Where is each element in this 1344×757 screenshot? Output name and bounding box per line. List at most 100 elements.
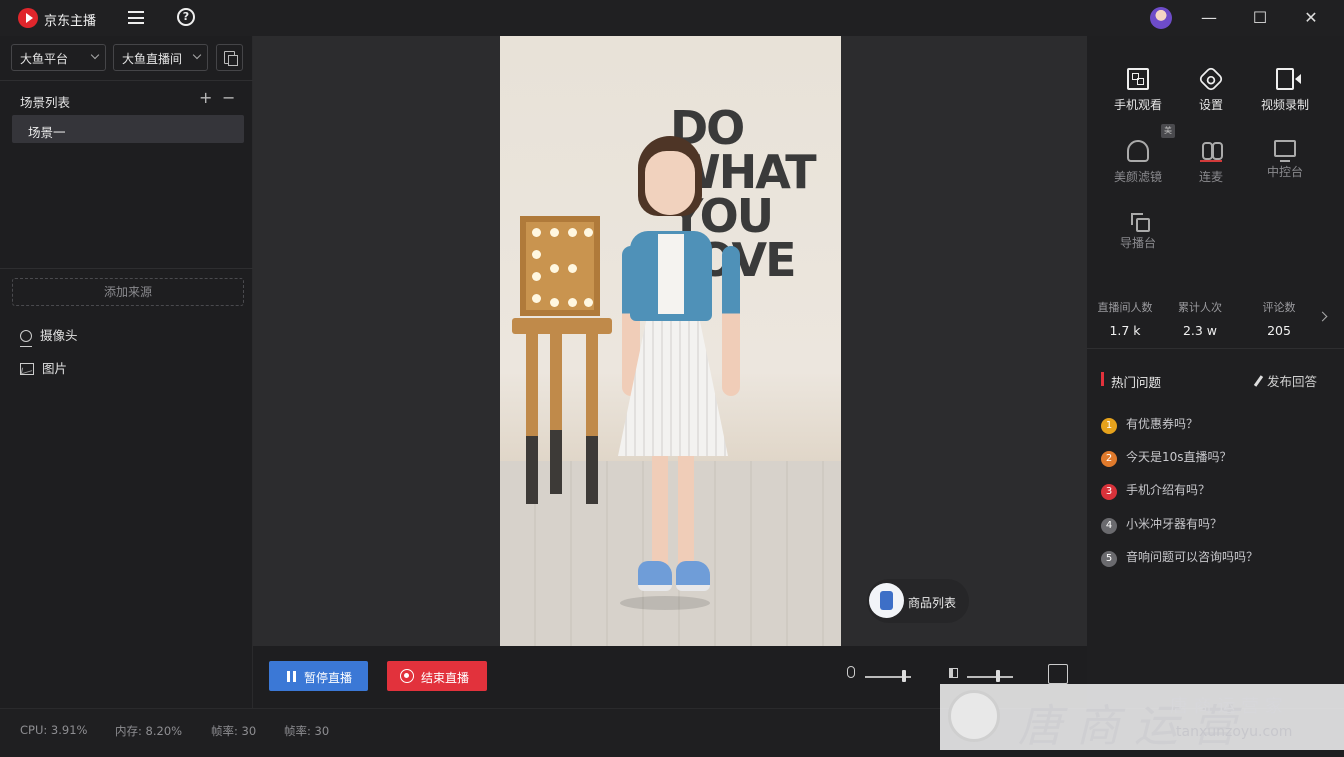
room-select-value: 大鱼直播间 xyxy=(122,52,183,66)
watermark-subtext: 唐 商 运 营 家 xyxy=(1170,696,1283,717)
avatar[interactable] xyxy=(1150,7,1172,29)
tool-co-host[interactable]: 连麦 xyxy=(1176,140,1246,185)
stool-leg xyxy=(586,334,598,504)
frame-rate: 帧率: 30 xyxy=(284,724,330,738)
question-text: 音响问题可以咨询吗吗？ xyxy=(1126,550,1259,564)
stool xyxy=(512,318,612,334)
avatar-arm xyxy=(722,246,740,396)
cpu-usage: CPU: 3.91% xyxy=(20,723,88,737)
close-icon[interactable]: ✕ xyxy=(1299,6,1323,30)
pause-stream-button[interactable]: 暂停直播 xyxy=(269,661,368,691)
video-record-icon xyxy=(1276,68,1301,90)
tool-label: 设置 xyxy=(1198,98,1223,112)
pencil-icon xyxy=(1253,375,1264,387)
stool-leg xyxy=(550,334,562,494)
question-text: 小米冲牙器有吗？ xyxy=(1126,517,1223,531)
tool-director[interactable]: 导播台 xyxy=(1103,213,1173,251)
avatar-shoe xyxy=(676,561,710,591)
divider xyxy=(1087,348,1344,349)
help-icon[interactable]: ? xyxy=(177,8,195,26)
avatar-shoe xyxy=(638,561,672,591)
tool-label: 连麦 xyxy=(1198,170,1223,184)
avatar-shadow xyxy=(620,596,710,610)
remove-scene-button[interactable]: − xyxy=(222,88,235,107)
goods-list-label: 商品列表 xyxy=(908,596,957,610)
avatar-shirt xyxy=(658,234,684,314)
question-rank-badge: 3 xyxy=(1101,484,1117,500)
end-stream-button[interactable]: 结束直播 xyxy=(387,661,487,691)
stool-leg xyxy=(526,334,538,504)
copy-scene-icon[interactable] xyxy=(216,44,243,71)
stat-value: 1.7 k xyxy=(1109,323,1141,338)
left-panel: 大鱼平台 大鱼直播间 场景列表 + − 场景一 添加来源 摄像头 图片 xyxy=(0,36,253,708)
menu-icon[interactable] xyxy=(128,11,144,24)
stat-comments: 评论数 205 xyxy=(1244,299,1314,338)
minimize-icon[interactable]: — xyxy=(1197,6,1221,30)
avatar-face xyxy=(645,151,695,215)
speaker-icon[interactable] xyxy=(949,668,958,678)
speaker-volume-slider[interactable] xyxy=(967,676,1013,678)
stat-viewers: 直播间人数 1.7 k xyxy=(1090,299,1160,338)
mic-volume-handle[interactable] xyxy=(902,670,907,682)
stat-value: 205 xyxy=(1267,323,1291,338)
platform-select[interactable]: 大鱼平台 xyxy=(11,44,106,71)
microphone-icon[interactable] xyxy=(847,666,855,678)
marquee-letter-decoration xyxy=(520,216,600,316)
tool-beauty-filter[interactable]: 美颜滤镜 xyxy=(1103,140,1173,185)
source-item-image[interactable]: 图片 xyxy=(20,358,67,377)
wall-text-line: DO xyxy=(670,101,745,155)
watermark: 唐商运营 唐 商 运 营 家 tanxunzoyu.com xyxy=(940,684,1344,752)
platform-select-value: 大鱼平台 xyxy=(20,52,69,66)
post-answer-label: 发布回答 xyxy=(1267,374,1318,389)
audio-mixer-icon[interactable] xyxy=(1048,664,1068,684)
question-text: 有优惠券吗？ xyxy=(1126,417,1199,431)
tool-control-console[interactable]: 中控台 xyxy=(1250,140,1320,180)
record-icon xyxy=(400,669,414,683)
watermark-url: tanxunzoyu.com xyxy=(1176,724,1293,740)
tool-video-record[interactable]: 视频录制 xyxy=(1250,68,1320,113)
tool-settings[interactable]: 设置 xyxy=(1176,65,1246,113)
source-item-camera[interactable]: 摄像头 xyxy=(20,325,78,347)
question-rank-badge: 5 xyxy=(1101,551,1117,567)
tool-phone-view[interactable]: 手机观看 xyxy=(1103,68,1173,113)
question-item[interactable]: 2 今天是10s直播吗？ xyxy=(1101,448,1232,467)
pause-icon xyxy=(293,671,296,682)
end-label: 结束直播 xyxy=(421,671,470,685)
add-scene-button[interactable]: + xyxy=(199,88,212,107)
speaker-volume-handle[interactable] xyxy=(996,670,1001,682)
right-panel: 手机观看 设置 视频录制 美 美颜滤镜 连麦 中控台 导播台 直播间人数 1.7… xyxy=(1087,36,1344,708)
stat-value: 2.3 w xyxy=(1182,323,1218,338)
tool-label: 美颜滤镜 xyxy=(1113,170,1162,184)
question-item[interactable]: 3 手机介绍有吗？ xyxy=(1101,481,1210,500)
divider xyxy=(0,80,253,81)
stat-label: 直播间人数 xyxy=(1097,301,1153,314)
maximize-icon[interactable]: ☐ xyxy=(1248,6,1272,30)
watermark-logo-icon xyxy=(948,690,1000,742)
post-answer-button[interactable]: 发布回答 xyxy=(1253,371,1318,390)
room-select[interactable]: 大鱼直播间 xyxy=(113,44,208,71)
scene-item[interactable]: 场景一 xyxy=(12,115,244,143)
question-rank-badge: 2 xyxy=(1101,451,1117,467)
question-item[interactable]: 1 有优惠券吗？ xyxy=(1101,415,1198,434)
live-preview-canvas: DO WHAT YOU LOVE xyxy=(500,36,841,646)
question-item[interactable]: 5 音响问题可以咨询吗吗？ xyxy=(1101,548,1258,567)
add-source-button[interactable]: 添加来源 xyxy=(12,278,244,306)
source-label: 摄像头 xyxy=(40,328,78,343)
hot-questions-title: 热门问题 xyxy=(1111,375,1162,390)
question-rank-badge: 1 xyxy=(1101,418,1117,434)
camera-icon xyxy=(20,330,32,347)
question-text: 今天是10s直播吗？ xyxy=(1126,450,1232,464)
director-icon xyxy=(1131,213,1150,232)
question-rank-badge: 4 xyxy=(1101,518,1117,534)
question-item[interactable]: 4 小米冲牙器有吗？ xyxy=(1101,515,1222,534)
stat-label: 累计人次 xyxy=(1178,301,1222,314)
goods-list-button[interactable]: 商品列表 xyxy=(867,579,969,623)
settings-icon xyxy=(1197,65,1225,93)
beauty-filter-icon xyxy=(1127,140,1149,162)
image-icon xyxy=(20,363,34,375)
app-logo-icon xyxy=(18,8,38,28)
scene-list-title: 场景列表 xyxy=(20,95,71,110)
product-thumbnail-icon xyxy=(869,583,904,618)
stat-total-visits: 累计人次 2.3 w xyxy=(1165,299,1235,338)
chevron-right-icon[interactable] xyxy=(1317,311,1328,322)
